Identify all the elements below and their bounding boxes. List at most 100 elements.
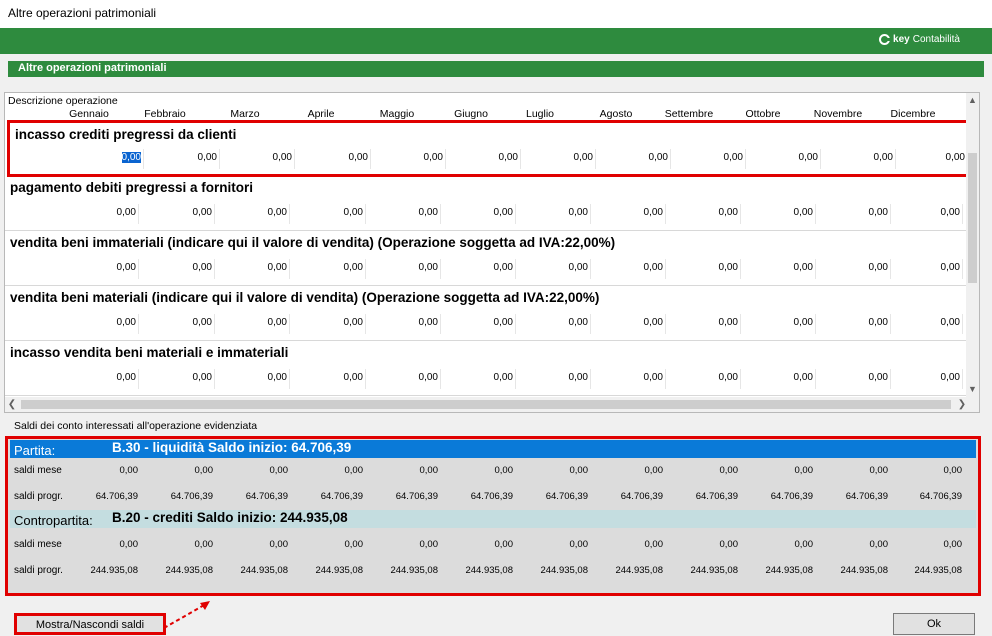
partita-bar: Partita: B.30 - liquidità Saldo inizio: … (10, 440, 976, 458)
ok-button[interactable]: Ok (893, 613, 975, 635)
month-value-input[interactable]: 0,00 (746, 204, 816, 224)
month-value-input[interactable]: 0,00 (821, 259, 891, 279)
month-value-input[interactable]: 0,00 (596, 314, 666, 334)
month-value-input[interactable]: 0,00 (69, 204, 139, 224)
contropartita-account: B.20 - crediti Saldo inizio: 244.935,08 (112, 510, 348, 525)
month-value-input[interactable]: 0,00 (746, 369, 816, 389)
month-value-input[interactable]: 0,00 (220, 259, 290, 279)
scroll-down-icon[interactable]: ▼ (966, 382, 979, 396)
month-value-input[interactable]: 0,00 (446, 259, 516, 279)
month-value-input[interactable]: 0,00 (150, 149, 220, 169)
month-value-input[interactable]: 0,00 (145, 369, 215, 389)
month-value-input[interactable]: 0,00 (74, 149, 144, 169)
saldo-value: 0,00 (644, 465, 664, 476)
month-value-input[interactable]: 0,00 (596, 204, 666, 224)
month-value-input[interactable]: 0,00 (671, 369, 741, 389)
scroll-left-icon[interactable]: ❮ (5, 397, 19, 412)
saldo-value: 244.935,08 (540, 565, 588, 576)
month-value-input[interactable]: 0,00 (671, 259, 741, 279)
saldo-value: 0,00 (494, 539, 514, 550)
month-value-input[interactable]: 0,00 (671, 204, 741, 224)
month-value-input[interactable]: 0,00 (296, 369, 366, 389)
operation-row: incasso crediti pregressi da clienti 0,00… (7, 120, 970, 177)
operation-row: pagamento debiti pregressi a fornitori 0,… (5, 176, 969, 231)
month-value-input[interactable]: 0,00 (446, 314, 516, 334)
saldo-value: 64.706,39 (545, 491, 588, 502)
month-value-input[interactable]: 0,00 (893, 314, 963, 334)
month-value-input[interactable]: 0,00 (376, 149, 446, 169)
month-value-input[interactable]: 0,00 (371, 314, 441, 334)
saldo-value: 64.706,39 (919, 491, 962, 502)
scroll-up-icon[interactable]: ▲ (966, 93, 979, 107)
month-value-input[interactable]: 0,00 (225, 149, 295, 169)
month-value-input[interactable]: 0,00 (746, 259, 816, 279)
saldo-value: 244.935,08 (465, 565, 513, 576)
month-value-input[interactable]: 0,00 (596, 369, 666, 389)
month-value-input[interactable]: 0,00 (521, 369, 591, 389)
saldo-value: 244.935,08 (615, 565, 663, 576)
month-value-input[interactable]: 0,00 (893, 204, 963, 224)
month-header: Marzo (230, 108, 260, 120)
scroll-right-icon[interactable]: ❯ (955, 397, 969, 412)
month-value-input[interactable]: 0,00 (526, 149, 596, 169)
month-value-input[interactable]: 0,00 (751, 149, 821, 169)
month-value-input[interactable]: 0,00 (521, 259, 591, 279)
month-header: Maggio (379, 108, 415, 120)
month-value-input[interactable]: 0,00 (821, 369, 891, 389)
month-value-input[interactable]: 0,00 (446, 204, 516, 224)
month-value-input[interactable]: 0,00 (371, 369, 441, 389)
month-value-input[interactable]: 0,00 (145, 314, 215, 334)
month-value-input[interactable]: 0,00 (671, 314, 741, 334)
month-value-input[interactable]: 0,00 (821, 314, 891, 334)
saldo-value: 244.935,08 (390, 565, 438, 576)
month-value-input[interactable]: 0,00 (601, 149, 671, 169)
saldo-value: 0,00 (194, 465, 214, 476)
month-value-input[interactable]: 0,00 (451, 149, 521, 169)
saldo-value: 0,00 (494, 465, 514, 476)
month-value-input[interactable]: 0,00 (296, 204, 366, 224)
toggle-saldi-button[interactable]: Mostra/Nascondi saldi (14, 613, 166, 635)
month-value-input[interactable]: 0,00 (301, 149, 371, 169)
month-value-input[interactable]: 0,00 (446, 369, 516, 389)
saldo-value: 244.935,08 (914, 565, 962, 576)
vertical-scroll-thumb[interactable] (968, 153, 977, 283)
header-banner: key Contabilità (0, 28, 992, 54)
operation-title: incasso crediti pregressi da clienti (15, 127, 237, 142)
month-value-input[interactable]: 0,00 (296, 259, 366, 279)
month-value-input[interactable]: 0,00 (69, 369, 139, 389)
month-value-input[interactable]: 0,00 (220, 314, 290, 334)
horizontal-scrollbar[interactable]: ❮ ❯ (5, 397, 979, 412)
month-value-input[interactable]: 0,00 (371, 259, 441, 279)
month-value-input[interactable]: 0,00 (893, 259, 963, 279)
month-value-input[interactable]: 0,00 (69, 259, 139, 279)
saldo-value: 244.935,08 (315, 565, 363, 576)
month-header: Ottobre (745, 108, 781, 120)
month-value-input[interactable]: 0,00 (521, 314, 591, 334)
month-value-input[interactable]: 0,00 (145, 204, 215, 224)
saldi-panel: Partita: B.30 - liquidità Saldo inizio: … (5, 436, 981, 596)
operation-row: incasso vendita beni materiali e immater… (5, 341, 969, 396)
saldo-value: 0,00 (269, 539, 289, 550)
month-value-input[interactable]: 0,00 (596, 259, 666, 279)
vertical-scrollbar[interactable]: ▲ ▼ (966, 93, 979, 398)
month-header: Novembre (813, 108, 863, 120)
month-value-input[interactable]: 0,00 (145, 259, 215, 279)
month-value-input[interactable]: 0,00 (821, 204, 891, 224)
month-value-input[interactable]: 0,00 (371, 204, 441, 224)
month-value-input[interactable]: 0,00 (220, 204, 290, 224)
saldo-value: 0,00 (419, 465, 439, 476)
saldo-value: 64.706,39 (620, 491, 663, 502)
month-value-input[interactable]: 0,00 (296, 314, 366, 334)
month-value-input[interactable]: 0,00 (69, 314, 139, 334)
month-value-input[interactable]: 0,00 (826, 149, 896, 169)
month-value-input[interactable]: 0,00 (746, 314, 816, 334)
operation-title: pagamento debiti pregressi a fornitori (10, 180, 254, 195)
horizontal-scroll-thumb[interactable] (21, 400, 951, 409)
month-value-input[interactable]: 0,00 (898, 149, 968, 169)
month-value-input[interactable]: 0,00 (521, 204, 591, 224)
month-value-input[interactable]: 0,00 (676, 149, 746, 169)
saldo-value: 0,00 (569, 539, 589, 550)
month-value-input[interactable]: 0,00 (220, 369, 290, 389)
partita-account: B.30 - liquidità Saldo inizio: 64.706,39 (112, 440, 352, 455)
month-value-input[interactable]: 0,00 (893, 369, 963, 389)
